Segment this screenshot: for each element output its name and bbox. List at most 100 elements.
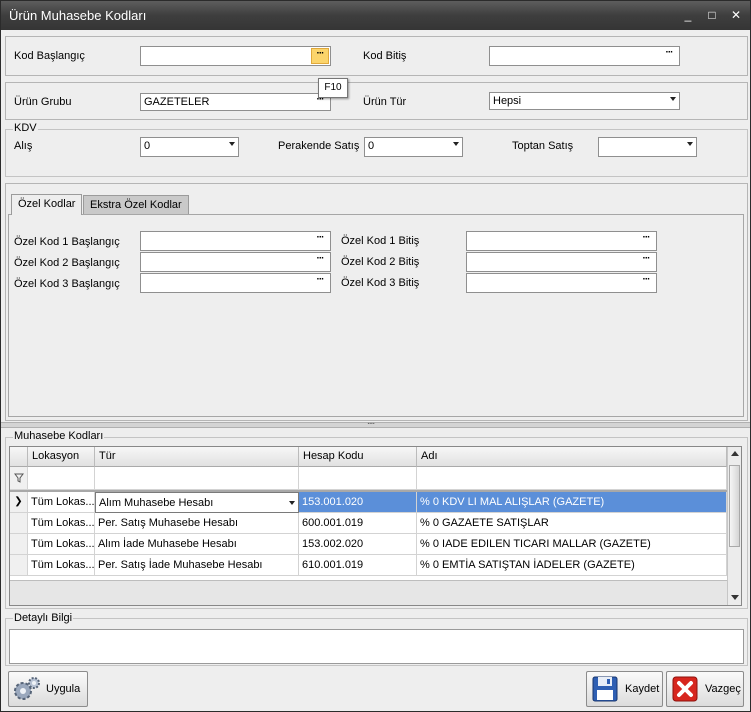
perakende-satis-label: Perakende Satış <box>278 140 360 152</box>
cell-lokasyon[interactable]: Tüm Lokas... <box>28 513 95 534</box>
vertical-scrollbar[interactable] <box>727 447 741 605</box>
gears-icon <box>14 677 40 700</box>
row-indicator-icon[interactable]: ❯ <box>10 492 28 513</box>
vazgec-label: Vazgeç <box>705 683 741 695</box>
splitter[interactable]: .... <box>1 416 750 428</box>
filter-icon[interactable] <box>10 467 28 490</box>
urun-grubu-label: Ürün Grubu <box>14 96 72 108</box>
ellipsis-icon[interactable]: ··· <box>311 48 329 64</box>
muhasebe-grid: Lokasyon Tür Hesap Kodu Adı ❯ Tüm Lokas.… <box>9 446 742 606</box>
cell-adi[interactable]: % 0 KDV LI MAL ALIŞLAR (GAZETE) <box>417 492 727 513</box>
ozel-kod-3-bitis-label: Özel Kod 3 Bitiş <box>341 277 420 289</box>
alis-select[interactable]: 0 <box>140 137 239 157</box>
ellipsis-icon[interactable]: ··· <box>637 233 655 247</box>
ozel-kod-3-baslangic-field[interactable]: ··· <box>140 273 331 293</box>
ozel-kod-1-bitis-field[interactable]: ··· <box>466 231 657 251</box>
scroll-up-icon[interactable] <box>731 451 739 456</box>
row-header[interactable] <box>10 555 28 576</box>
cell-hesap-kodu[interactable]: 600.001.019 <box>299 513 417 534</box>
ellipsis-icon[interactable]: ··· <box>311 275 329 289</box>
cell-tur-editor[interactable]: Alım Muhasebe Hesabı <box>95 492 299 513</box>
tab-ekstra-ozel-kodlar[interactable]: Ekstra Özel Kodlar <box>83 195 189 215</box>
ellipsis-icon[interactable]: ··· <box>637 254 655 268</box>
kod-bitis-label: Kod Bitiş <box>363 50 407 62</box>
chevron-down-icon[interactable] <box>687 142 693 146</box>
ozel-kod-1-baslangic-field[interactable]: ··· <box>140 231 331 251</box>
kod-baslangic-label: Kod Başlangıç <box>14 50 85 62</box>
ellipsis-icon[interactable]: ··· <box>637 275 655 289</box>
grid-footer <box>10 580 727 605</box>
splitter-grip: .... <box>367 416 375 427</box>
uygula-button[interactable]: Uygula <box>8 671 88 707</box>
window-title: Ürün Muhasebe Kodları <box>9 8 147 23</box>
row-header[interactable] <box>10 513 28 534</box>
ozel-kod-2-baslangic-field[interactable]: ··· <box>140 252 331 272</box>
cell-tur-value: Alım Muhasebe Hesabı <box>99 497 214 509</box>
scroll-thumb[interactable] <box>729 465 740 547</box>
title-bar[interactable]: Ürün Muhasebe Kodları _ □ ✕ <box>1 1 750 30</box>
vazgec-button[interactable]: Vazgeç <box>666 671 744 707</box>
perakende-satis-select[interactable]: 0 <box>364 137 463 157</box>
cell-adi[interactable]: % 0 GAZAETE SATIŞLAR <box>417 513 727 534</box>
scroll-down-icon[interactable] <box>731 595 739 600</box>
column-header-adi[interactable]: Adı <box>417 447 727 467</box>
column-header-hesap-kodu[interactable]: Hesap Kodu <box>299 447 417 467</box>
grid-corner <box>10 447 28 467</box>
cell-lokasyon[interactable]: Tüm Lokas... <box>28 492 95 513</box>
cell-lokasyon[interactable]: Tüm Lokas... <box>28 534 95 555</box>
column-header-lokasyon[interactable]: Lokasyon <box>28 447 95 467</box>
detay-textarea[interactable] <box>9 629 744 664</box>
urun-grubu-field[interactable]: GAZETELER ··· <box>140 93 331 111</box>
cell-hesap-kodu[interactable]: 153.001.020 <box>299 492 417 513</box>
cell-tur[interactable]: Per. Satış İade Muhasebe Hesabı <box>95 555 299 576</box>
cell-tur[interactable]: Per. Satış Muhasebe Hesabı <box>95 513 299 534</box>
cancel-x-icon <box>672 676 698 702</box>
alis-label: Alış <box>14 140 33 152</box>
chevron-down-icon[interactable] <box>289 501 295 505</box>
tab-ozel-kodlar[interactable]: Özel Kodlar <box>11 194 83 215</box>
save-disk-icon <box>592 676 618 702</box>
kdv-group-label: KDV <box>13 122 38 134</box>
muhasebe-group-label: Muhasebe Kodları <box>13 430 105 442</box>
ozel-kod-2-bitis-label: Özel Kod 2 Bitiş <box>341 256 420 268</box>
cell-tur[interactable]: Alım İade Muhasebe Hesabı <box>95 534 299 555</box>
maximize-button[interactable]: □ <box>703 7 721 23</box>
chevron-down-icon[interactable] <box>453 142 459 146</box>
cell-adi[interactable]: % 0 IADE EDILEN TICARI MALLAR (GAZETE) <box>417 534 727 555</box>
shortcut-tooltip: F10 <box>318 78 348 98</box>
column-header-tur[interactable]: Tür <box>95 447 299 467</box>
cell-adi[interactable]: % 0 EMTİA SATIŞTAN İADELER (GAZETE) <box>417 555 727 576</box>
filter-cell-hesap-kodu[interactable] <box>299 467 417 490</box>
main-window: Ürün Muhasebe Kodları _ □ ✕ Kod Başlangı… <box>0 0 751 712</box>
toptan-satis-label: Toptan Satış <box>512 140 574 152</box>
kaydet-button[interactable]: Kaydet <box>586 671 663 707</box>
kod-bitis-field[interactable]: ··· <box>489 46 680 66</box>
chevron-down-icon[interactable] <box>229 142 235 146</box>
urun-tur-label: Ürün Tür <box>363 96 407 108</box>
ozel-kod-1-bitis-label: Özel Kod 1 Bitiş <box>341 235 420 247</box>
detay-group-label: Detaylı Bilgi <box>13 612 74 624</box>
ellipsis-icon[interactable]: ··· <box>311 233 329 247</box>
ozel-kod-2-baslangic-label: Özel Kod 2 Başlangıç <box>14 257 120 269</box>
kod-baslangic-field[interactable]: ··· <box>140 46 331 66</box>
uygula-label: Uygula <box>46 683 81 695</box>
ellipsis-icon[interactable]: ··· <box>311 254 329 268</box>
chevron-down-icon[interactable] <box>670 97 676 101</box>
cell-hesap-kodu[interactable]: 610.001.019 <box>299 555 417 576</box>
minimize-button[interactable]: _ <box>679 7 697 23</box>
cell-lokasyon[interactable]: Tüm Lokas... <box>28 555 95 576</box>
ozel-kod-3-baslangic-label: Özel Kod 3 Başlangıç <box>14 278 120 290</box>
toptan-satis-select[interactable] <box>598 137 697 157</box>
row-header[interactable] <box>10 534 28 555</box>
filter-cell-lokasyon[interactable] <box>28 467 95 490</box>
close-button[interactable]: ✕ <box>727 7 745 23</box>
cell-hesap-kodu[interactable]: 153.002.020 <box>299 534 417 555</box>
ozel-kod-1-baslangic-label: Özel Kod 1 Başlangıç <box>14 236 120 248</box>
filter-cell-adi[interactable] <box>417 467 727 490</box>
kaydet-label: Kaydet <box>625 683 660 695</box>
urun-tur-select[interactable]: Hepsi <box>489 92 680 110</box>
ellipsis-icon[interactable]: ··· <box>660 48 678 62</box>
ozel-kod-2-bitis-field[interactable]: ··· <box>466 252 657 272</box>
filter-cell-tur[interactable] <box>95 467 299 490</box>
ozel-kod-3-bitis-field[interactable]: ··· <box>466 273 657 293</box>
